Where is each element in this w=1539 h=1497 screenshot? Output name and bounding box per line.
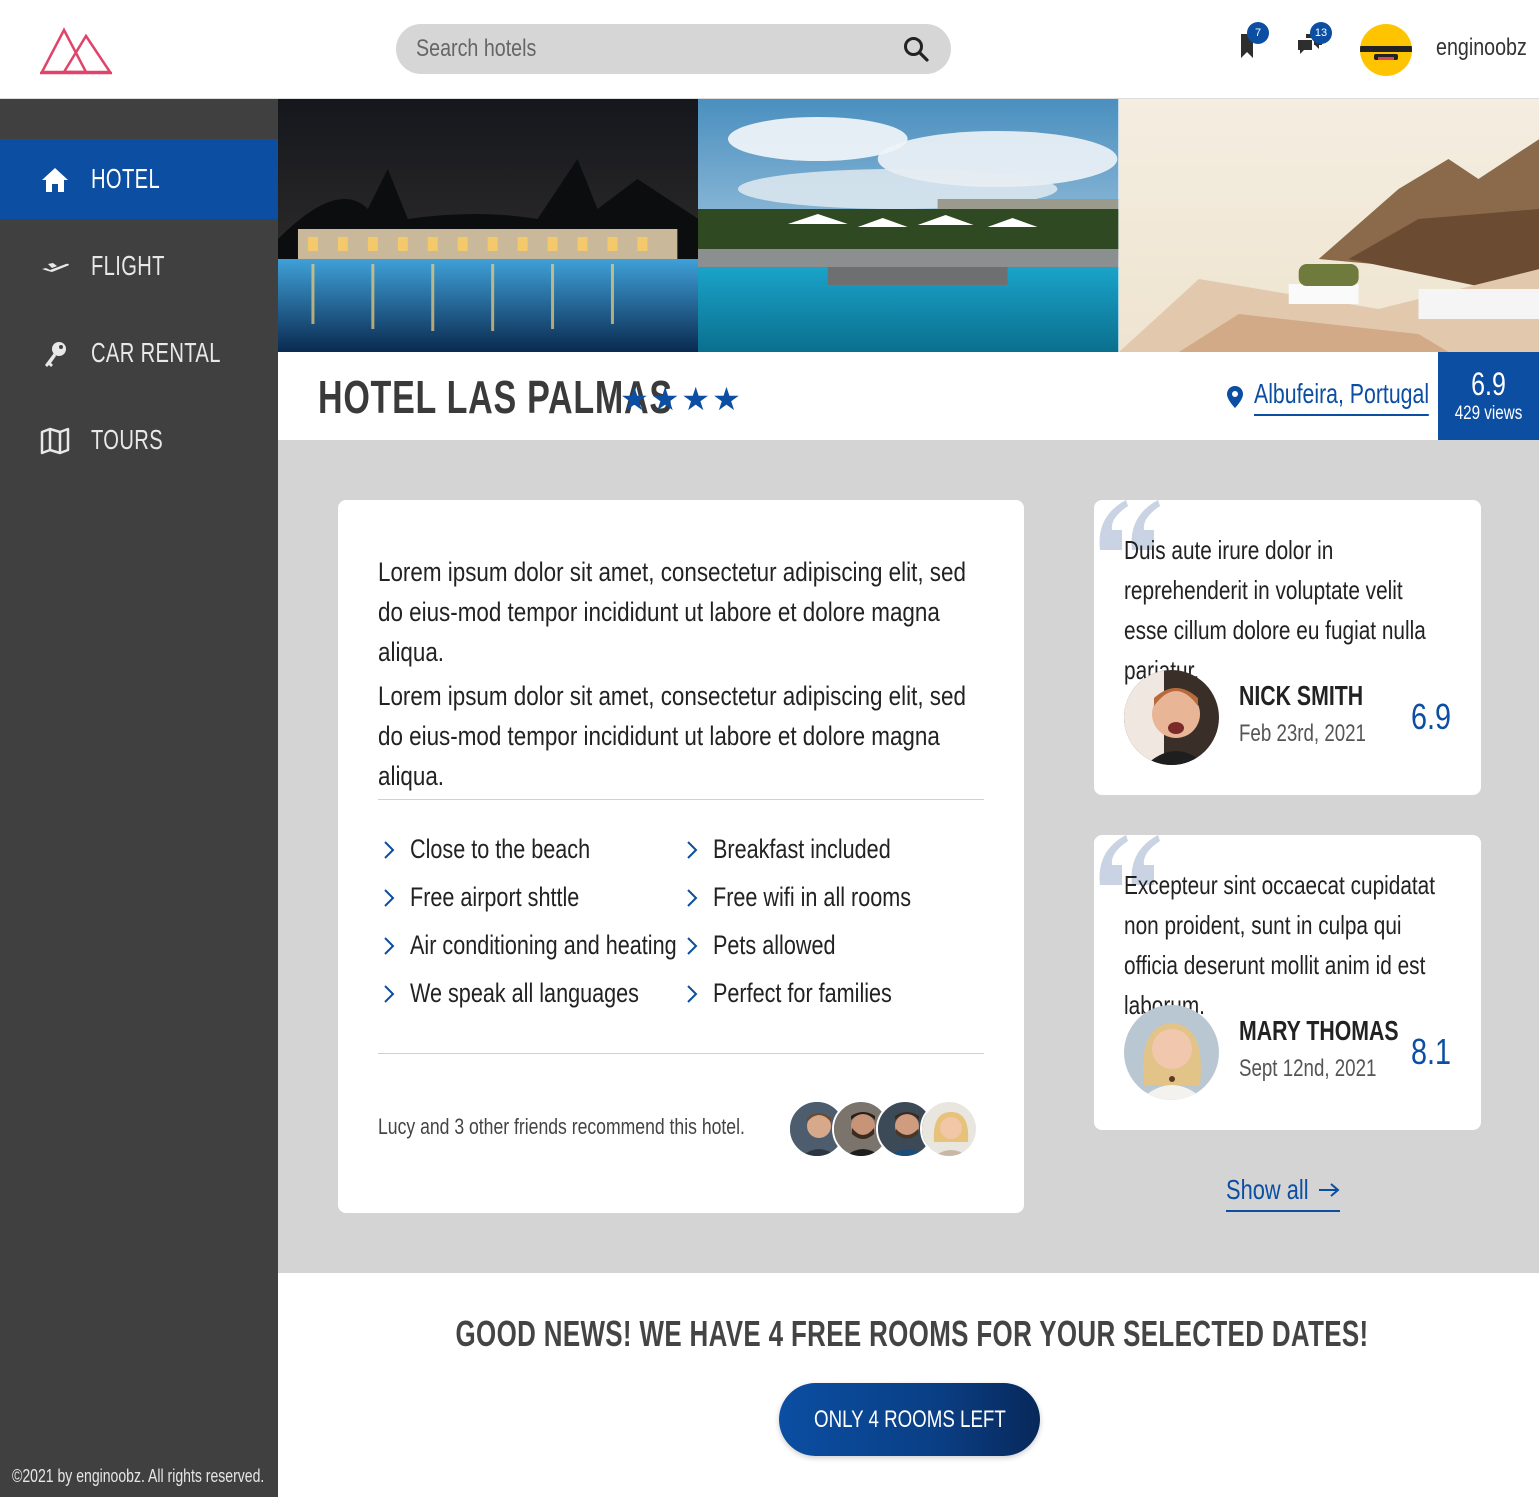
show-all-link[interactable]: Show all: [1226, 1174, 1340, 1212]
description-card: Lorem ipsum dolor sit amet, consectetur …: [338, 500, 1024, 1213]
review-text: Duis aute irure dolor in reprehenderit i…: [1124, 535, 1426, 685]
location-pin-icon: [1227, 386, 1243, 408]
review-card: Duis aute irure dolor in reprehenderit i…: [1094, 500, 1481, 795]
map-icon: [40, 427, 70, 455]
hotel-photo-night-pool[interactable]: [278, 99, 699, 352]
review-text: Excepteur sint occaecat cupidatat non pr…: [1124, 870, 1436, 1020]
hotel-photo-terrace[interactable]: [1118, 99, 1539, 352]
main-content: Lorem ipsum dolor sit amet, consectetur …: [278, 440, 1539, 1273]
feature-item: Pets allowed: [685, 930, 866, 961]
hotel-views: 429 views: [1454, 403, 1523, 424]
hotel-score-box: 6.9 429 views: [1438, 352, 1539, 440]
divider: [378, 799, 984, 800]
search-icon[interactable]: [903, 36, 929, 62]
availability-section: GOOD NEWS! WE HAVE 4 FREE ROOMS FOR YOUR…: [278, 1273, 1539, 1497]
search-bar: [396, 24, 951, 74]
reviewer-name: MARY THOMAS: [1239, 1015, 1399, 1046]
sidebar-item-label: FLIGHT: [91, 250, 165, 281]
sidebar-item-car-rental[interactable]: CAR RENTAL: [0, 313, 278, 393]
user-avatar[interactable]: [1360, 24, 1412, 76]
friend-avatar[interactable]: [920, 1100, 978, 1158]
review-score: 8.1: [1410, 1031, 1451, 1072]
feature-item: Breakfast included: [685, 834, 935, 865]
review-card: Excepteur sint occaecat cupidatat non pr…: [1094, 835, 1481, 1130]
hotel-title-bar: HOTEL LAS PALMAS ★★★★ Albufeira, Portuga…: [278, 352, 1539, 440]
chevron-right-icon: [384, 888, 395, 907]
sidebar-item-flight[interactable]: FLIGHT: [0, 226, 278, 306]
sidebar-item-label: HOTEL: [91, 163, 161, 194]
feature-item: Perfect for families: [685, 978, 937, 1009]
star-rating: ★★★★: [620, 381, 743, 417]
photo-gallery: [278, 99, 1539, 352]
logo-icon[interactable]: [38, 22, 114, 76]
divider: [378, 1053, 984, 1054]
sidebar-item-hotel[interactable]: HOTEL: [0, 139, 278, 219]
arrow-right-icon: [1318, 1183, 1340, 1197]
feature-item: Close to the beach: [382, 834, 635, 865]
sidebar-item-tours[interactable]: TOURS: [0, 400, 278, 480]
feature-item: Free airport shttle: [382, 882, 622, 913]
chevron-right-icon: [384, 936, 395, 955]
sidebar: HOTEL FLIGHT CAR RENTAL TOURS ©2021 by e…: [0, 99, 278, 1497]
review-date: Sept 12nd, 2021: [1239, 1055, 1377, 1082]
top-header: 7 13 enginoobz: [0, 0, 1539, 99]
key-icon: [45, 342, 66, 367]
availability-headline: GOOD NEWS! WE HAVE 4 FREE ROOMS FOR YOUR…: [455, 1313, 1369, 1354]
reviewer-avatar[interactable]: [1124, 670, 1219, 765]
sidebar-item-label: TOURS: [91, 424, 163, 455]
chevron-right-icon: [687, 888, 698, 907]
copyright-text: ©2021 by enginoobz. All rights reserved.: [12, 1466, 265, 1486]
review-score: 6.9: [1410, 696, 1451, 737]
chevron-right-icon: [384, 984, 395, 1003]
location-link[interactable]: Albufeira, Portugal: [1254, 378, 1430, 416]
feature-item: We speak all languages: [382, 978, 696, 1009]
feature-item: Free wifi in all rooms: [685, 882, 961, 913]
chevron-right-icon: [687, 984, 698, 1003]
description-paragraph: Lorem ipsum dolor sit amet, consectetur …: [378, 681, 966, 791]
bookmark-count-badge: 7: [1247, 22, 1269, 44]
sidebar-item-label: CAR RENTAL: [91, 337, 221, 368]
reviewer-avatar[interactable]: [1124, 1005, 1219, 1100]
reviewer-name: NICK SMITH: [1239, 680, 1364, 711]
home-icon: [42, 168, 68, 192]
chevron-right-icon: [384, 840, 395, 859]
friends-recommend-text: Lucy and 3 other friends recommend this …: [378, 1114, 745, 1139]
plane-icon: [42, 263, 69, 272]
username[interactable]: enginoobz: [1436, 34, 1527, 62]
hotel-photo-day-pool[interactable]: [698, 99, 1119, 352]
search-input[interactable]: [416, 24, 810, 74]
review-date: Feb 23rd, 2021: [1239, 720, 1366, 747]
hotel-score: 6.9: [1471, 366, 1506, 402]
chevron-right-icon: [687, 936, 698, 955]
description-paragraph: Lorem ipsum dolor sit amet, consectetur …: [378, 557, 966, 667]
book-rooms-button[interactable]: ONLY 4 ROOMS LEFT: [779, 1383, 1040, 1456]
chevron-right-icon: [687, 840, 698, 859]
message-count-badge: 13: [1310, 22, 1332, 44]
